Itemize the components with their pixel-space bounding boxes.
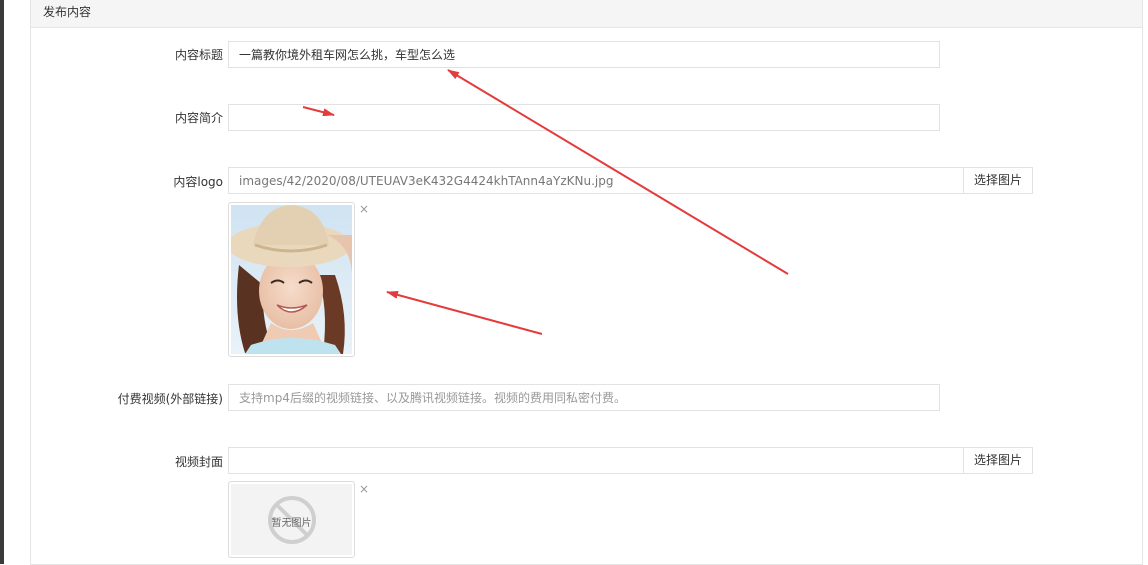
red-arrow-to-title xyxy=(447,69,789,275)
annotation-arrows xyxy=(302,69,789,335)
red-arrow-to-summary xyxy=(302,106,335,117)
red-arrow-to-logo xyxy=(386,291,543,335)
